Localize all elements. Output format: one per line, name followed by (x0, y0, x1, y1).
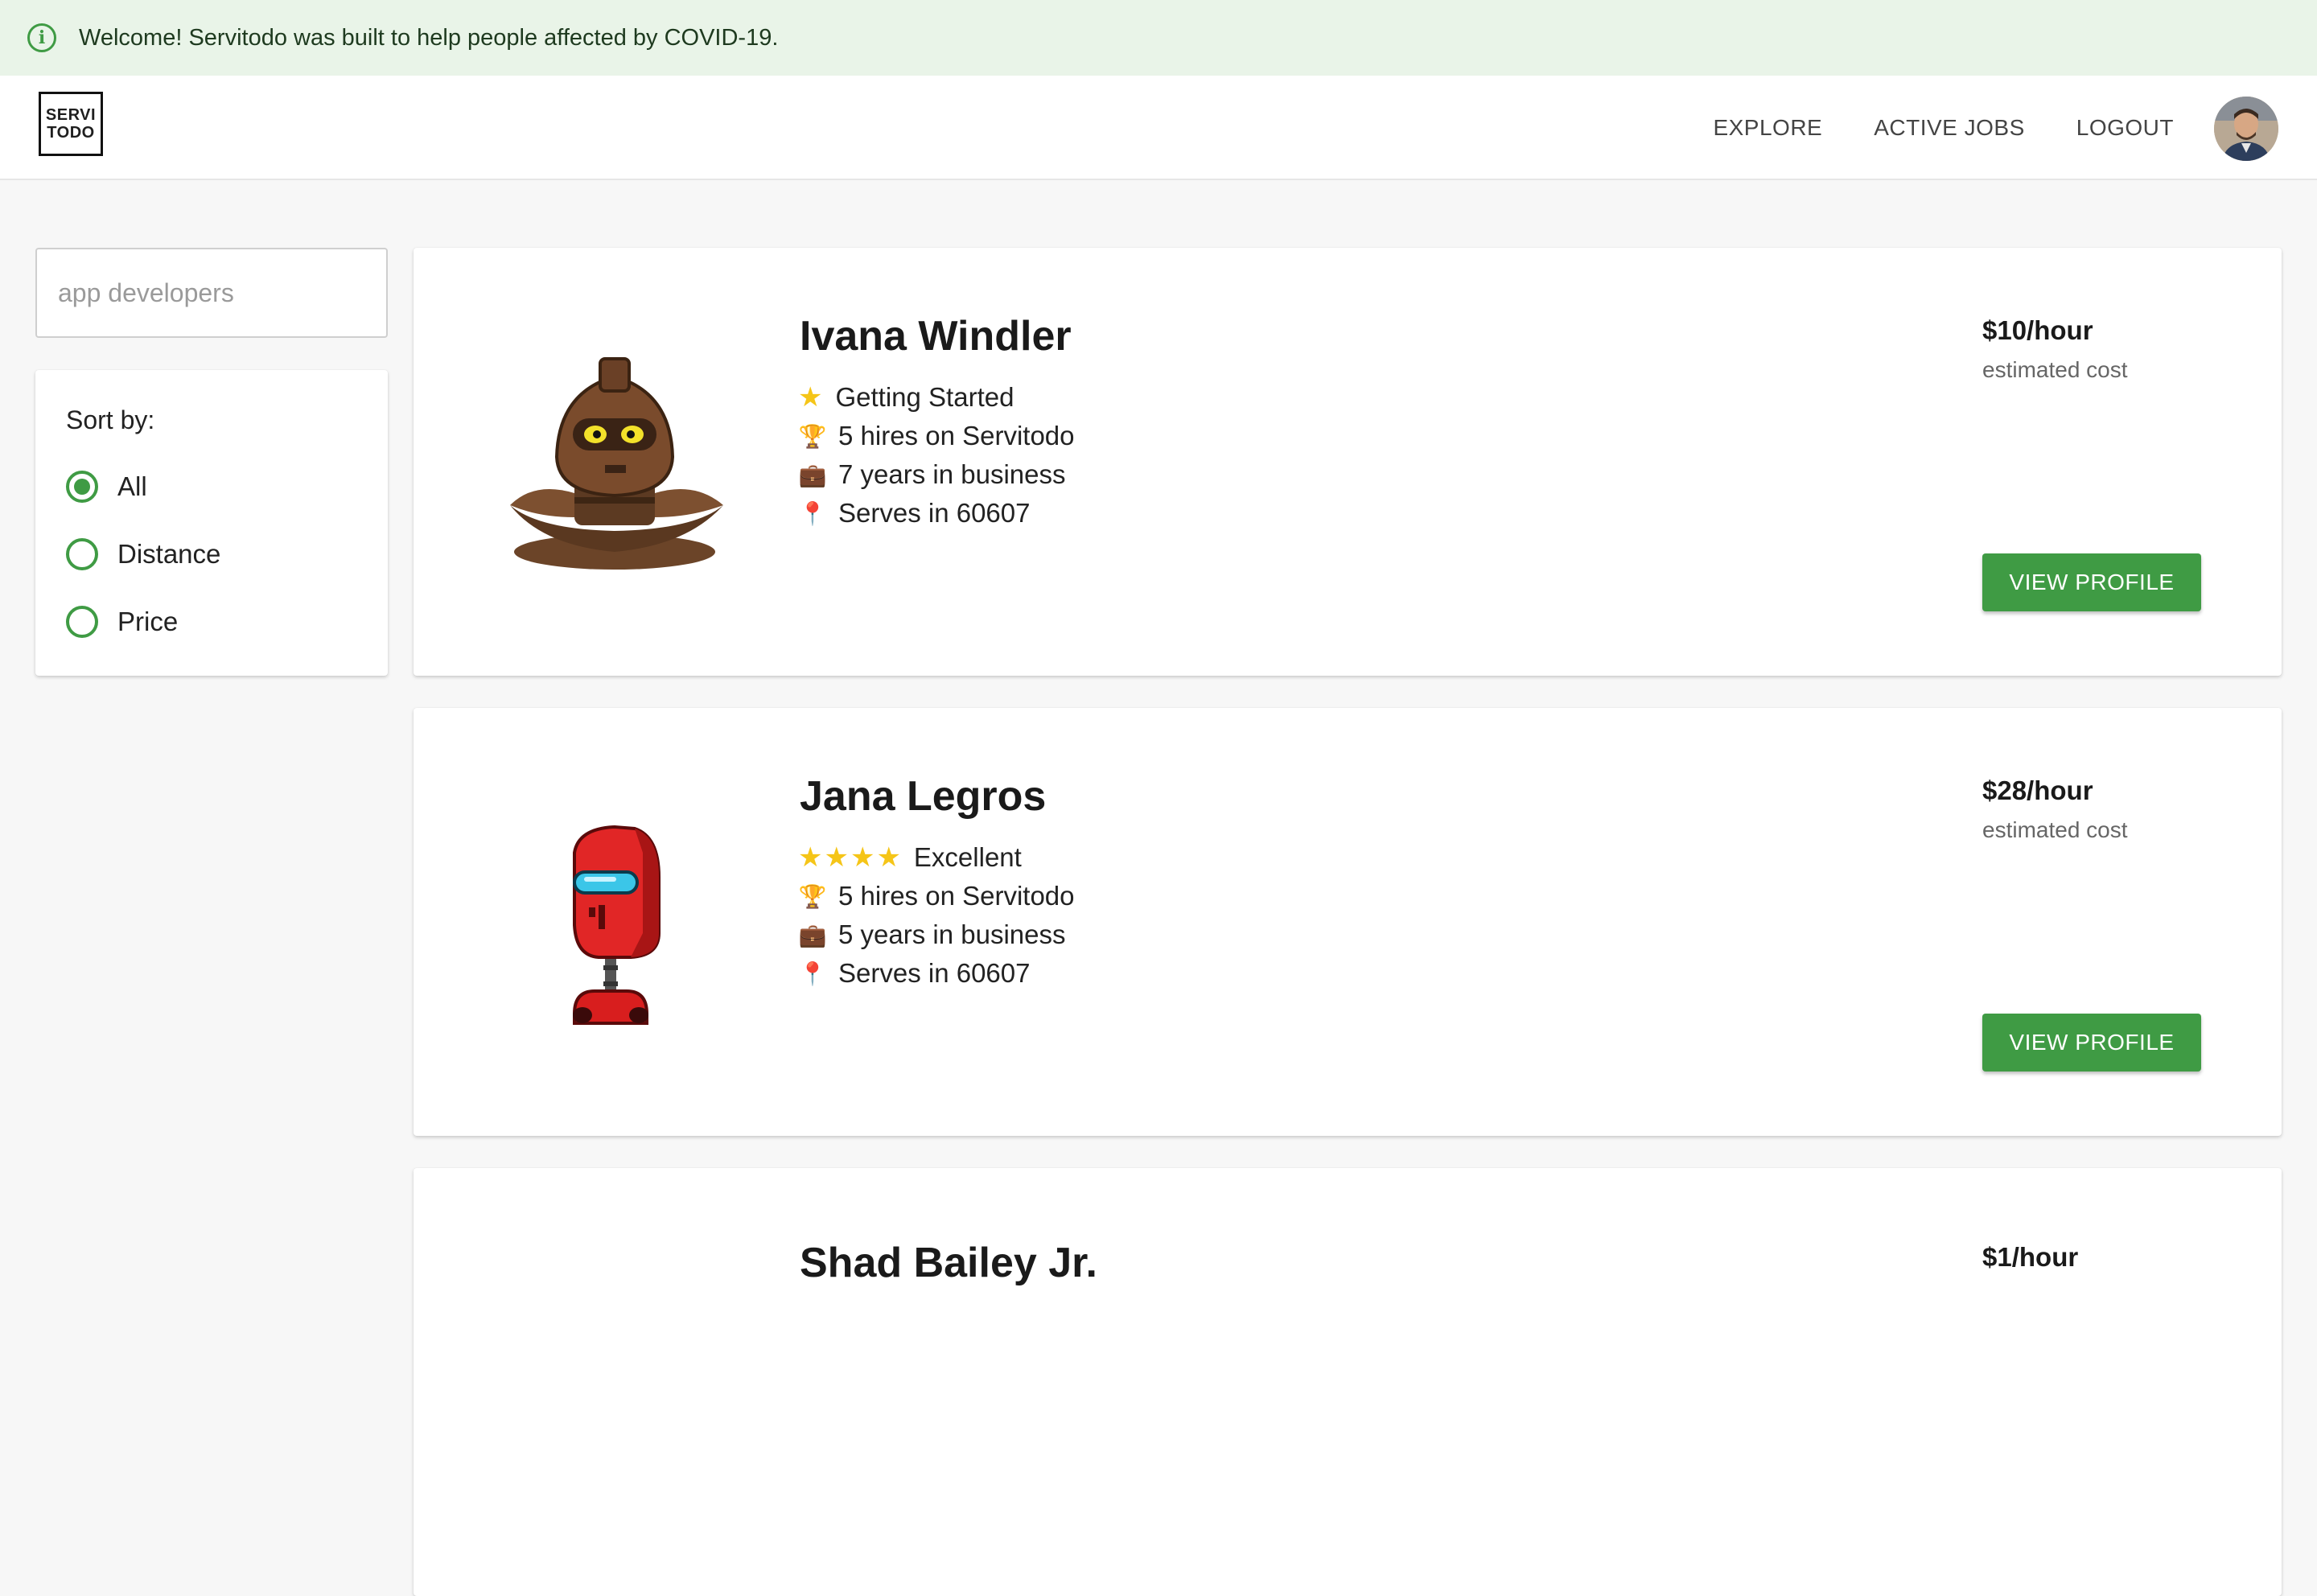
view-profile-button[interactable]: VIEW PROFILE (1982, 553, 2201, 611)
provider-facts: ★★★★ Excellent 🏆 5 hires on Servitodo 💼 … (798, 838, 1075, 993)
provider-name: Jana Legros (800, 773, 1047, 820)
price: $28/hour (1982, 775, 2093, 805)
nav-explore[interactable]: EXPLORE (1713, 115, 1822, 141)
user-avatar[interactable] (2214, 97, 2278, 161)
logo-line-1: SERVI (45, 106, 97, 124)
view-profile-button[interactable]: VIEW PROFILE (1982, 1014, 2201, 1072)
pin-icon: 📍 (798, 500, 827, 526)
hires-row: 🏆 5 hires on Servitodo (798, 877, 1075, 915)
hires-text: 5 hires on Servitodo (838, 421, 1075, 450)
radio-unchecked-icon[interactable] (66, 538, 98, 570)
pin-icon: 📍 (798, 960, 827, 986)
rating-row: ★★★★ Excellent (798, 838, 1075, 877)
logo-line-2: TODO (47, 124, 95, 142)
sort-option-distance[interactable]: Distance (66, 520, 357, 588)
servitodo-logo[interactable]: SERVI TODO (39, 92, 103, 156)
sort-option-price[interactable]: Price (66, 588, 357, 656)
provider-name: Shad Bailey Jr. (800, 1240, 1097, 1286)
price-note: estimated cost (1982, 357, 2128, 382)
sort-option-label: Price (117, 607, 179, 636)
radio-checked-icon[interactable] (66, 471, 98, 503)
sort-title: Sort by: (66, 405, 155, 434)
rating-label: Excellent (913, 842, 1022, 872)
banner-text: Welcome! Servitodo was built to help peo… (79, 24, 779, 51)
years-row: 💼 5 years in business (798, 915, 1075, 954)
rating-label: Getting Started (835, 382, 1014, 412)
hires-row: 🏆 5 hires on Servitodo (798, 417, 1075, 455)
provider-facts: ★ Getting Started 🏆 5 hires on Servitodo… (798, 378, 1075, 533)
nav-logout[interactable]: LOGOUT (2076, 115, 2174, 141)
search-input[interactable] (35, 248, 388, 338)
price: $10/hour (1982, 315, 2093, 345)
brown-robot-avatar (510, 357, 723, 570)
sort-option-label: Distance (117, 539, 221, 569)
hires-text: 5 hires on Servitodo (838, 881, 1075, 911)
main-nav: EXPLORE ACTIVE JOBS LOGOUT (1713, 76, 2174, 180)
sort-option-label: All (117, 471, 147, 501)
red-robot-avatar (573, 825, 661, 1025)
sort-panel: Sort by: All Distance Price (35, 370, 388, 676)
star-icon: ★★★★ (798, 842, 903, 873)
years-row: 💼 7 years in business (798, 455, 1075, 494)
radio-unchecked-icon[interactable] (66, 606, 98, 638)
serves-row: 📍 Serves in 60607 (798, 954, 1075, 993)
price: $1/hour (1982, 1242, 2079, 1272)
provider-card: Ivana Windler ★ Getting Started 🏆 5 hire… (414, 248, 2282, 676)
briefcase-icon: 💼 (798, 462, 827, 487)
trophy-icon: 🏆 (798, 423, 827, 449)
star-icon: ★ (798, 382, 825, 413)
welcome-banner: i Welcome! Servitodo was built to help p… (0, 0, 2317, 76)
nav-active-jobs[interactable]: ACTIVE JOBS (1874, 115, 2025, 141)
briefcase-icon: 💼 (798, 922, 827, 948)
years-text: 5 years in business (838, 919, 1066, 949)
provider-name: Ivana Windler (800, 313, 1072, 360)
provider-card: Shad Bailey Jr. $1/hour (414, 1168, 2282, 1596)
price-note: estimated cost (1982, 817, 2128, 842)
sort-option-all[interactable]: All (66, 453, 357, 520)
provider-card: Jana Legros ★★★★ Excellent 🏆 5 hires on … (414, 708, 2282, 1136)
years-text: 7 years in business (838, 459, 1066, 489)
top-header: SERVI TODO EXPLORE ACTIVE JOBS LOGOUT (0, 76, 2317, 180)
info-icon: i (27, 23, 56, 52)
serves-text: Serves in 60607 (838, 958, 1031, 988)
serves-row: 📍 Serves in 60607 (798, 494, 1075, 533)
rating-row: ★ Getting Started (798, 378, 1075, 417)
user-avatar-image (2214, 97, 2278, 161)
trophy-icon: 🏆 (798, 883, 827, 909)
serves-text: Serves in 60607 (838, 498, 1031, 528)
